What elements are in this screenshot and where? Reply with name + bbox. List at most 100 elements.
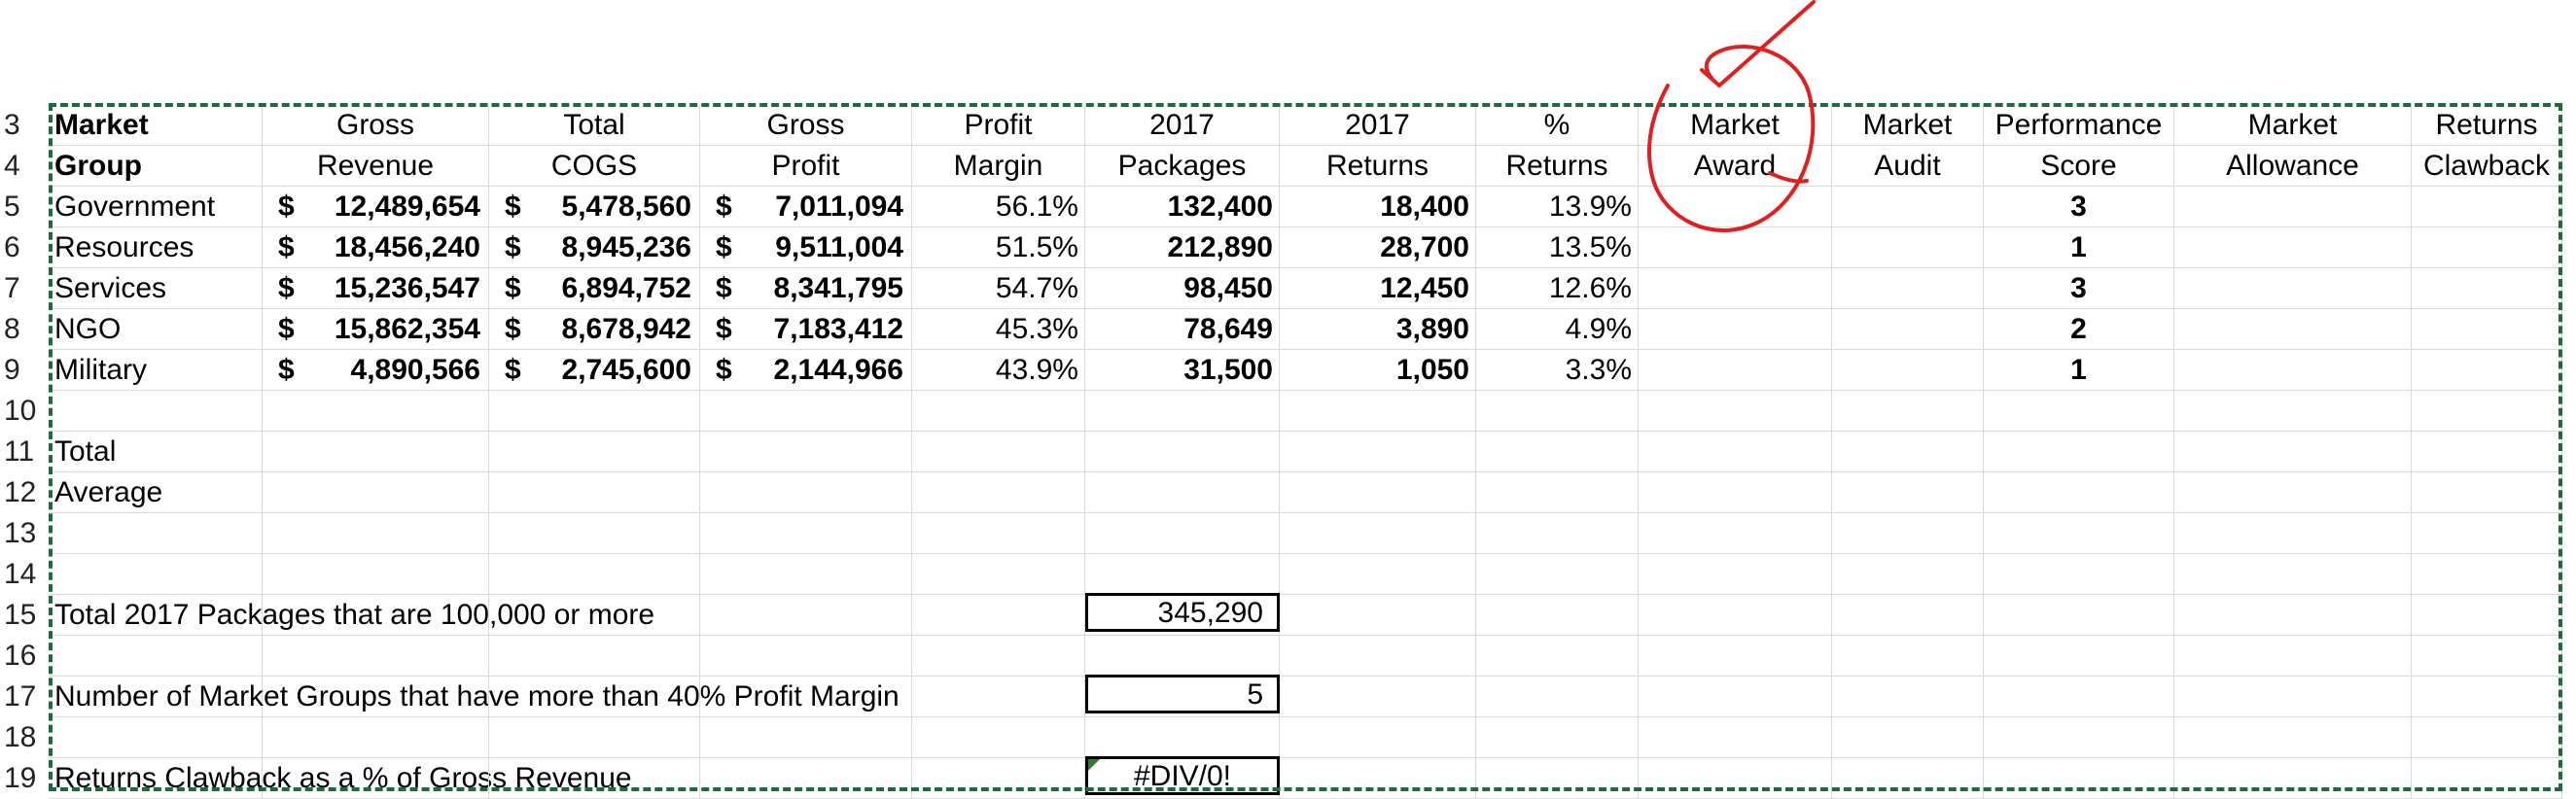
header-cell[interactable]: Group: [49, 146, 263, 187]
margin-cell[interactable]: 43.9%: [912, 350, 1085, 391]
empty-cell[interactable]: [2412, 472, 2562, 513]
header-cell[interactable]: Returns: [1476, 146, 1639, 187]
packages-cell[interactable]: 31,500: [1085, 350, 1280, 391]
header-cell[interactable]: Allowance: [2174, 146, 2412, 187]
header-cell[interactable]: Market: [49, 105, 263, 146]
empty-cell[interactable]: [1476, 636, 1639, 677]
empty-cell[interactable]: [1832, 554, 1984, 595]
empty-cell[interactable]: [2174, 391, 2412, 432]
empty-cell[interactable]: [2412, 595, 2562, 636]
packages-cell[interactable]: 212,890: [1085, 227, 1280, 268]
group-cell[interactable]: Government: [49, 187, 263, 227]
empty-cell[interactable]: [700, 472, 912, 513]
empty-cell[interactable]: [912, 758, 1085, 799]
empty-cell[interactable]: [1476, 391, 1639, 432]
empty-cell[interactable]: [1085, 513, 1280, 554]
returns-cell[interactable]: 18,400: [1280, 187, 1476, 227]
header-cell[interactable]: Score: [1984, 146, 2174, 187]
header-cell[interactable]: Profit: [700, 146, 912, 187]
revenue-cell[interactable]: $4,890,566: [263, 350, 489, 391]
empty-cell[interactable]: [1639, 758, 1832, 799]
row-number[interactable]: 11: [0, 432, 49, 472]
header-cell[interactable]: Market: [1832, 105, 1984, 146]
empty-cell[interactable]: [1639, 432, 1832, 472]
empty-cell[interactable]: [1639, 513, 1832, 554]
empty-cell[interactable]: [1476, 513, 1639, 554]
header-cell[interactable]: Packages: [1085, 146, 1280, 187]
row-number[interactable]: 18: [0, 717, 49, 758]
answer-box-q17[interactable]: 5: [1085, 675, 1280, 713]
row-number[interactable]: 5: [0, 187, 49, 227]
cogs-cell[interactable]: $8,945,236: [489, 227, 700, 268]
empty-cell[interactable]: [1085, 554, 1280, 595]
score-cell[interactable]: 1: [1984, 350, 2174, 391]
empty-cell[interactable]: [2412, 309, 2562, 350]
empty-cell[interactable]: [2412, 350, 2562, 391]
row-number[interactable]: 16: [0, 636, 49, 677]
empty-cell[interactable]: [49, 391, 263, 432]
empty-cell[interactable]: [1832, 677, 1984, 717]
empty-cell[interactable]: [1984, 677, 2174, 717]
empty-cell[interactable]: [1984, 513, 2174, 554]
empty-cell[interactable]: [912, 513, 1085, 554]
empty-cell[interactable]: [700, 554, 912, 595]
header-cell[interactable]: 2017: [1280, 105, 1476, 146]
header-cell[interactable]: Total: [489, 105, 700, 146]
row-number[interactable]: 19: [0, 758, 49, 799]
empty-cell[interactable]: [489, 432, 700, 472]
returns-cell[interactable]: 1,050: [1280, 350, 1476, 391]
empty-cell[interactable]: [1639, 350, 1832, 391]
profit-cell[interactable]: $7,183,412: [700, 309, 912, 350]
row-number[interactable]: 17: [0, 677, 49, 717]
empty-cell[interactable]: [489, 758, 700, 799]
group-cell[interactable]: Resources: [49, 227, 263, 268]
empty-cell[interactable]: [1639, 268, 1832, 309]
empty-cell[interactable]: [489, 391, 700, 432]
header-cell[interactable]: Clawback: [2412, 146, 2562, 187]
empty-cell[interactable]: [912, 432, 1085, 472]
row-number[interactable]: 4: [0, 146, 49, 187]
empty-cell[interactable]: [263, 472, 489, 513]
label-cell[interactable]: Number of Market Groups that have more t…: [49, 677, 900, 717]
empty-cell[interactable]: [1832, 432, 1984, 472]
pct-returns-cell[interactable]: 13.5%: [1476, 227, 1639, 268]
empty-cell[interactable]: [263, 554, 489, 595]
empty-cell[interactable]: [263, 677, 489, 717]
header-cell[interactable]: Revenue: [263, 146, 489, 187]
empty-cell[interactable]: [2174, 758, 2412, 799]
packages-cell[interactable]: 132,400: [1085, 187, 1280, 227]
empty-cell[interactable]: [1280, 636, 1476, 677]
label-cell[interactable]: Total 2017 Packages that are 100,000 or …: [49, 595, 654, 636]
header-cell[interactable]: Gross: [263, 105, 489, 146]
revenue-cell[interactable]: $15,236,547: [263, 268, 489, 309]
header-cell[interactable]: Audit: [1832, 146, 1984, 187]
pct-returns-cell[interactable]: 12.6%: [1476, 268, 1639, 309]
header-cell[interactable]: Margin: [912, 146, 1085, 187]
empty-cell[interactable]: [700, 677, 912, 717]
empty-cell[interactable]: [700, 717, 912, 758]
header-cell[interactable]: 2017: [1085, 105, 1280, 146]
empty-cell[interactable]: [2174, 554, 2412, 595]
empty-cell[interactable]: [489, 554, 700, 595]
empty-cell[interactable]: [49, 636, 263, 677]
header-cell[interactable]: Gross: [700, 105, 912, 146]
margin-cell[interactable]: 45.3%: [912, 309, 1085, 350]
pct-returns-cell[interactable]: 3.3%: [1476, 350, 1639, 391]
empty-cell[interactable]: [1639, 187, 1832, 227]
revenue-cell[interactable]: $18,456,240: [263, 227, 489, 268]
row-number[interactable]: 7: [0, 268, 49, 309]
empty-cell[interactable]: [2174, 309, 2412, 350]
row-number[interactable]: 8: [0, 309, 49, 350]
empty-cell[interactable]: [2174, 227, 2412, 268]
cogs-cell[interactable]: $2,745,600: [489, 350, 700, 391]
empty-cell[interactable]: [2412, 758, 2562, 799]
empty-cell[interactable]: [489, 636, 700, 677]
empty-cell[interactable]: [1984, 432, 2174, 472]
empty-cell[interactable]: [1984, 717, 2174, 758]
margin-cell[interactable]: 56.1%: [912, 187, 1085, 227]
empty-cell[interactable]: [1476, 677, 1639, 717]
empty-cell[interactable]: [1832, 268, 1984, 309]
empty-cell[interactable]: [1832, 472, 1984, 513]
margin-cell[interactable]: 54.7%: [912, 268, 1085, 309]
empty-cell[interactable]: [1984, 595, 2174, 636]
